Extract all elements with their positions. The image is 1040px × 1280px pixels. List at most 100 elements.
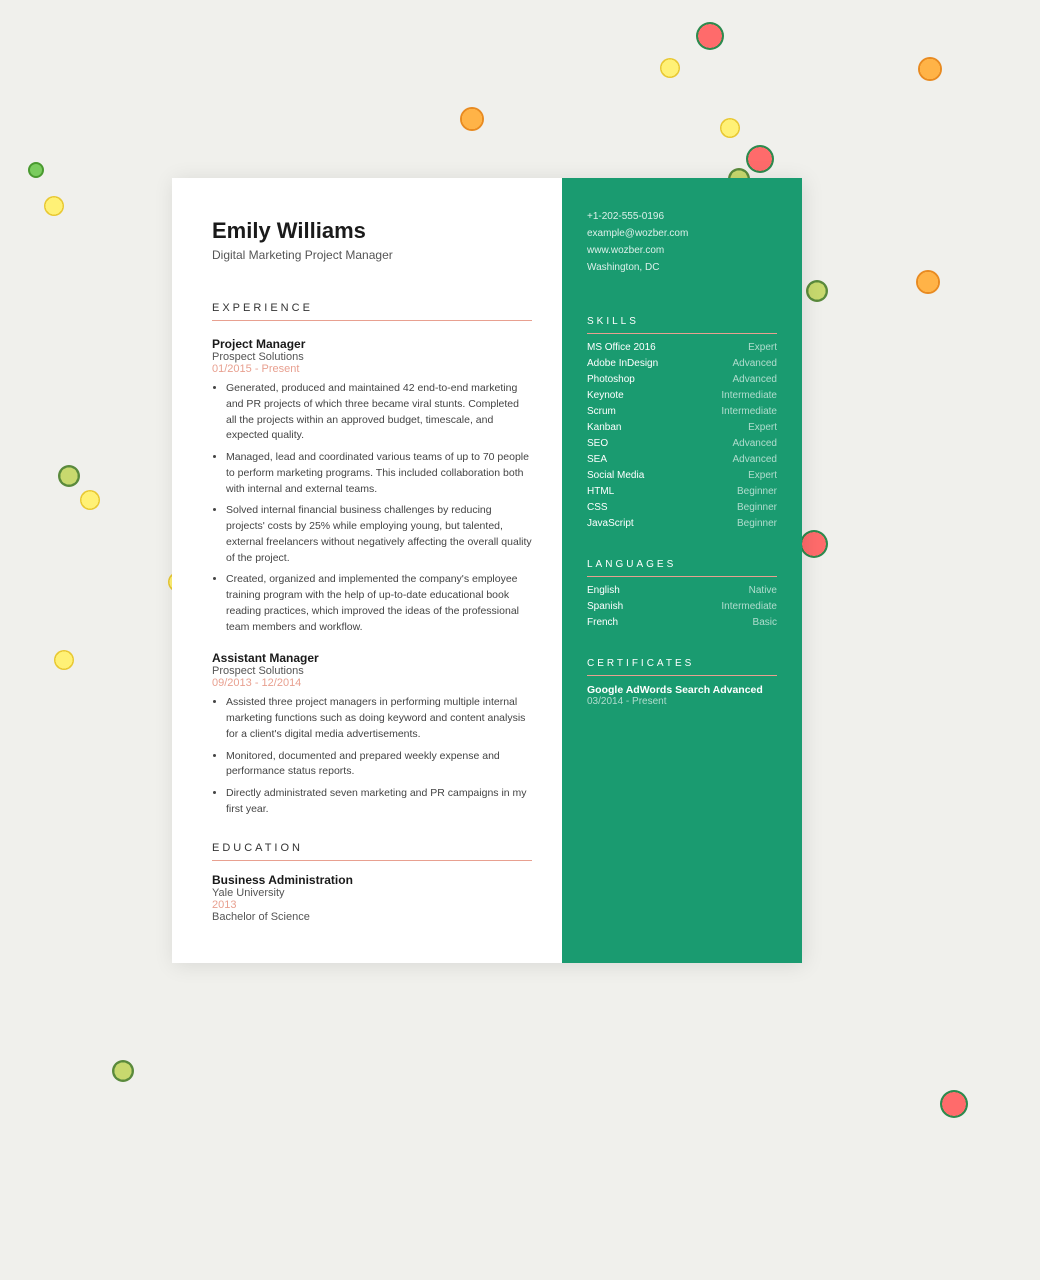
fruit-kiwi-3 (58, 465, 80, 487)
fruit-lemon-1 (660, 58, 680, 78)
language-level-1: Native (749, 585, 777, 596)
languages-section-title: LANGUAGES (587, 559, 777, 577)
language-name-2: Spanish (587, 601, 623, 612)
fruit-lime-1 (28, 162, 44, 178)
contact-email: example@wozber.com (587, 225, 777, 242)
skill-level-11: Beginner (737, 502, 777, 513)
skill-level-10: Beginner (737, 486, 777, 497)
skill-name-11: CSS (587, 502, 608, 513)
certificates-section-title: CERTIFICATES (587, 658, 777, 676)
skill-name-4: Keynote (587, 390, 624, 401)
edu-field: Business Administration (212, 873, 532, 887)
fruit-orange-2 (460, 107, 484, 131)
education-section: EDUCATION Business Administration Yale U… (212, 842, 532, 923)
bullet-2-2: Monitored, documented and prepared weekl… (226, 749, 532, 781)
skills-section-title: SKILLS (587, 316, 777, 334)
fruit-orange-3 (916, 270, 940, 294)
bullet-1-1: Generated, produced and maintained 42 en… (226, 381, 532, 444)
fruit-lemon-6 (54, 650, 74, 670)
skill-level-6: Expert (748, 422, 777, 433)
fruit-lemon-2 (720, 118, 740, 138)
contact-info: +1-202-555-0196 example@wozber.com www.w… (587, 208, 777, 276)
skill-name-3: Photoshop (587, 374, 635, 385)
edu-degree: Bachelor of Science (212, 911, 532, 923)
languages-section: LANGUAGES English Native Spanish Interme… (587, 559, 777, 628)
job-2: Assistant Manager Prospect Solutions 09/… (212, 651, 532, 817)
skill-name-9: Social Media (587, 470, 644, 481)
job-title-2: Assistant Manager (212, 651, 532, 665)
edu-year: 2013 (212, 899, 532, 911)
skills-section: SKILLS MS Office 2016 Expert Adobe InDes… (587, 316, 777, 529)
fruit-orange-1 (918, 57, 942, 81)
skill-row-2: Adobe InDesign Advanced (587, 358, 777, 369)
company-1: Prospect Solutions (212, 351, 532, 363)
skill-name-8: SEA (587, 454, 607, 465)
skill-level-4: Intermediate (721, 390, 777, 401)
skill-row-10: HTML Beginner (587, 486, 777, 497)
skill-level-9: Expert (748, 470, 777, 481)
fruit-kiwi-2 (806, 280, 828, 302)
bullet-2-3: Directly administrated seven marketing a… (226, 786, 532, 818)
fruit-watermelon-2 (746, 145, 774, 173)
experience-section: EXPERIENCE Project Manager Prospect Solu… (212, 302, 532, 818)
edu-1: Business Administration Yale University … (212, 873, 532, 923)
bullets-1: Generated, produced and maintained 42 en… (212, 381, 532, 635)
edu-institution: Yale University (212, 887, 532, 899)
skill-name-10: HTML (587, 486, 614, 497)
skill-row-5: Scrum Intermediate (587, 406, 777, 417)
candidate-title: Digital Marketing Project Manager (212, 248, 532, 262)
bullet-1-4: Created, organized and implemented the c… (226, 572, 532, 635)
skill-name-12: JavaScript (587, 518, 634, 529)
candidate-name: Emily Williams (212, 218, 532, 244)
language-name-3: French (587, 617, 618, 628)
cert-dates-1: 03/2014 - Present (587, 696, 777, 707)
fruit-watermelon-4 (940, 1090, 968, 1118)
language-level-2: Intermediate (721, 601, 777, 612)
bullets-2: Assisted three project managers in perfo… (212, 695, 532, 817)
language-level-3: Basic (753, 617, 777, 628)
skill-level-1: Expert (748, 342, 777, 353)
skill-level-7: Advanced (733, 438, 777, 449)
skill-row-12: JavaScript Beginner (587, 518, 777, 529)
fruit-lemon-4 (80, 490, 100, 510)
skill-name-6: Kanban (587, 422, 621, 433)
skill-name-5: Scrum (587, 406, 616, 417)
skill-name-7: SEO (587, 438, 608, 449)
bullet-2-1: Assisted three project managers in perfo… (226, 695, 532, 742)
fruit-watermelon-3 (800, 530, 828, 558)
contact-website: www.wozber.com (587, 242, 777, 259)
skill-level-2: Advanced (733, 358, 777, 369)
contact-location: Washington, DC (587, 259, 777, 276)
language-row-1: English Native (587, 585, 777, 596)
skill-name-2: Adobe InDesign (587, 358, 658, 369)
fruit-lemon-3 (44, 196, 64, 216)
cert-name-1: Google AdWords Search Advanced (587, 684, 777, 696)
skill-row-11: CSS Beginner (587, 502, 777, 513)
experience-section-title: EXPERIENCE (212, 302, 532, 321)
bullet-1-2: Managed, lead and coordinated various te… (226, 450, 532, 497)
right-panel: +1-202-555-0196 example@wozber.com www.w… (562, 178, 802, 963)
job-1: Project Manager Prospect Solutions 01/20… (212, 337, 532, 635)
language-name-1: English (587, 585, 620, 596)
certificates-section: CERTIFICATES Google AdWords Search Advan… (587, 658, 777, 707)
fruit-watermelon-1 (696, 22, 724, 50)
skill-row-9: Social Media Expert (587, 470, 777, 481)
fruit-kiwi-4 (112, 1060, 134, 1082)
language-row-3: French Basic (587, 617, 777, 628)
skill-level-3: Advanced (733, 374, 777, 385)
skill-row-6: Kanban Expert (587, 422, 777, 433)
skill-level-5: Intermediate (721, 406, 777, 417)
left-panel: Emily Williams Digital Marketing Project… (172, 178, 562, 963)
skill-row-4: Keynote Intermediate (587, 390, 777, 401)
company-2: Prospect Solutions (212, 665, 532, 677)
education-section-title: EDUCATION (212, 842, 532, 861)
skill-level-8: Advanced (733, 454, 777, 465)
contact-phone: +1-202-555-0196 (587, 208, 777, 225)
skill-level-12: Beginner (737, 518, 777, 529)
bullet-1-3: Solved internal financial business chall… (226, 503, 532, 566)
skill-row-3: Photoshop Advanced (587, 374, 777, 385)
language-row-2: Spanish Intermediate (587, 601, 777, 612)
skill-row-8: SEA Advanced (587, 454, 777, 465)
resume-document: Emily Williams Digital Marketing Project… (172, 178, 802, 963)
skill-name-1: MS Office 2016 (587, 342, 656, 353)
